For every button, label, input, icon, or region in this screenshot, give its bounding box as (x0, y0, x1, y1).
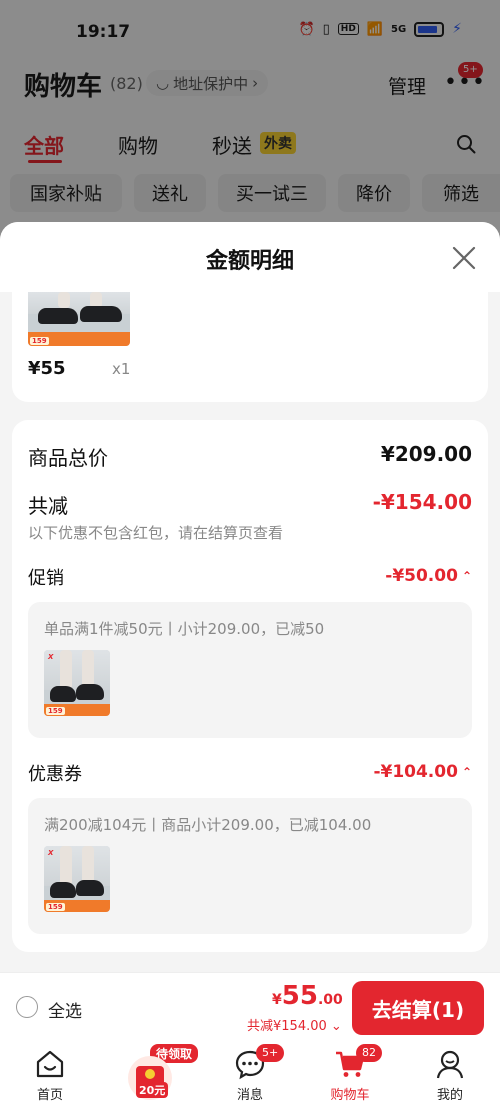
brand-logo-icon: X (48, 653, 54, 661)
discount-label: 共减 (28, 494, 68, 518)
nav-home[interactable]: 首页 (10, 1040, 90, 1111)
promo-label: 促销 (28, 568, 64, 589)
coupon-label: 优惠券 (28, 764, 82, 785)
nav-me-label: 我的 (436, 1088, 463, 1103)
nav-cart-label: 购物车 (330, 1088, 370, 1103)
discount-value: -¥154.00 (372, 490, 472, 514)
messages-badge: 5+ (256, 1044, 285, 1062)
amount-detail-sheet: 金额明细 159 ¥55 x1 商品总价 ¥209.00 共减 -¥154.00… (0, 222, 500, 972)
product-thumbnail[interactable]: 159 (28, 292, 130, 346)
bottom-navigation: 首页 待领取 20元 5+ 消息 82 购物车 我的 (0, 1040, 500, 1111)
chevron-down-icon: ⌄ (330, 1019, 342, 1034)
subtotal-value: ¥209.00 (380, 442, 472, 466)
price-breakdown-card: 商品总价 ¥209.00 共减 -¥154.00 以下优惠不包含红包，请在结算页… (12, 420, 488, 952)
total-price: ¥ 55 .00 (272, 981, 343, 1011)
promo-detail-box: 单品满1件减50元丨小计209.00，已减50 X 159 (28, 602, 472, 738)
coupon-product-thumbnail[interactable]: X 159 (44, 846, 110, 912)
chevron-up-icon: ⌃ (461, 569, 472, 583)
coupon-amount: 20元 (136, 1082, 169, 1098)
profile-icon (436, 1050, 464, 1079)
total-integer: 55 (281, 981, 318, 1011)
sheet-header: 金额明细 (0, 222, 500, 292)
coupon-value: -¥104.00 (373, 762, 458, 782)
sheet-title: 金额明细 (205, 249, 294, 274)
subtotal-label: 商品总价 (28, 446, 108, 470)
checkout-bar: 全选 ¥ 55 .00 共减¥154.00 ⌄ 去结算(1) (0, 972, 500, 1040)
item-quantity: x1 (112, 360, 131, 378)
item-card: 159 ¥55 x1 (12, 292, 488, 402)
promo-thumbnail-price: 159 (46, 707, 65, 715)
checkout-button[interactable]: 去结算(1) (352, 981, 484, 1035)
promo-value: -¥50.00 (385, 566, 458, 586)
thumbnail-price: 159 (30, 337, 49, 345)
nav-me[interactable]: 我的 (410, 1040, 490, 1111)
total-currency: ¥ (272, 992, 282, 1008)
promo-detail: 单品满1件减50元丨小计209.00，已减50 (44, 620, 325, 638)
coupon-toggle[interactable]: -¥104.00 ⌃ (373, 762, 472, 782)
discount-note: 以下优惠不包含红包，请在结算页查看 (28, 524, 284, 542)
select-all-checkbox[interactable] (16, 996, 38, 1018)
saved-amount-toggle[interactable]: 共减¥154.00 ⌄ (247, 1015, 342, 1034)
coupon-thumbnail-price: 159 (46, 903, 65, 911)
close-icon[interactable] (452, 246, 476, 270)
promo-product-thumbnail[interactable]: X 159 (44, 650, 110, 716)
saved-amount: 共减¥154.00 (247, 1019, 327, 1034)
total-decimal: .00 (317, 992, 343, 1008)
chevron-up-icon: ⌃ (461, 765, 472, 779)
home-icon (36, 1050, 64, 1078)
nav-home-label: 首页 (36, 1088, 63, 1103)
nav-messages-label: 消息 (236, 1088, 263, 1103)
nav-cart[interactable]: 82 购物车 (310, 1040, 390, 1111)
promo-toggle[interactable]: -¥50.00 ⌃ (385, 566, 472, 586)
nav-messages[interactable]: 5+ 消息 (210, 1040, 290, 1111)
coupon-detail-box: 满200减104元丨商品小计209.00，已减104.00 X 159 (28, 798, 472, 934)
item-price: ¥55 (28, 358, 66, 379)
select-all-label[interactable]: 全选 (48, 997, 82, 1022)
cart-badge: 82 (356, 1044, 382, 1062)
coupon-detail: 满200减104元丨商品小计209.00，已减104.00 (44, 816, 372, 834)
brand-logo-icon: X (48, 849, 54, 857)
